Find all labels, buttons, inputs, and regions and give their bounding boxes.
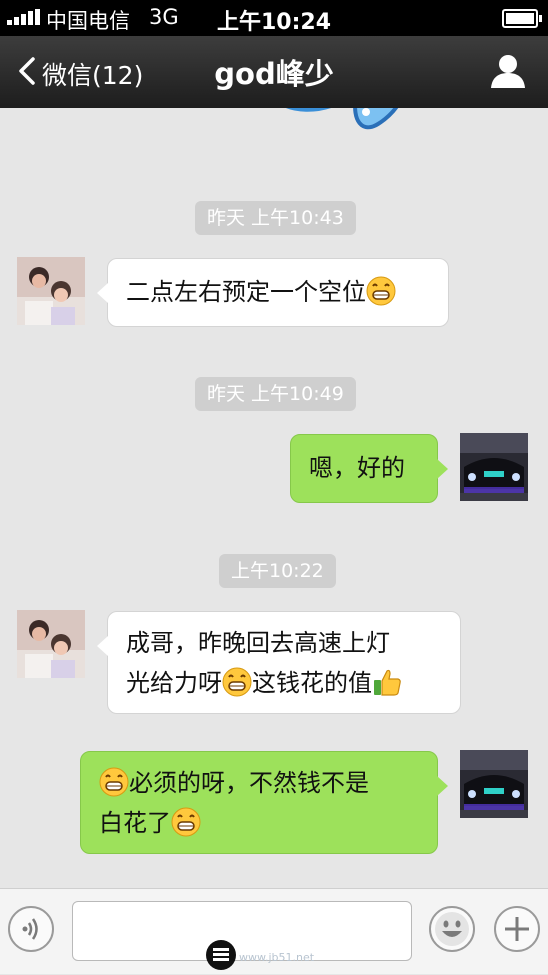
- incoming-message-bubble[interactable]: 二点左右预定一个空位: [97, 258, 449, 327]
- timestamp-label: 昨天 上午10:49: [195, 377, 356, 411]
- more-options-button[interactable]: [494, 906, 540, 952]
- message-text-line: 光给力呀 这钱花的值: [126, 663, 442, 703]
- timestamp-label: 昨天 上午10:43: [195, 201, 356, 235]
- contact-photo-icon: [17, 257, 85, 325]
- sticker-icon: [286, 108, 399, 130]
- site-logo-icon: www.jb51.net: [206, 940, 315, 970]
- message-text-line: 白花了: [99, 803, 419, 843]
- grin-emoji-icon: [171, 807, 201, 837]
- nav-bar: 微信(12) god峰少: [0, 36, 548, 108]
- contact-avatar[interactable]: [17, 257, 85, 325]
- thumbs-up-emoji-icon: [374, 669, 401, 696]
- grin-emoji-icon: [99, 767, 129, 797]
- incoming-message-bubble[interactable]: 成哥，昨晚回去高速上灯 光给力呀 这钱花的值: [97, 611, 461, 714]
- message-text: 嗯，好的: [309, 454, 405, 482]
- message-text: 这钱花的值: [252, 669, 372, 697]
- chat-title: god峰少: [214, 57, 334, 91]
- battery-icon: [502, 9, 542, 28]
- message-text-line: 成哥，昨晚回去高速上灯: [126, 629, 390, 657]
- contact-avatar[interactable]: [17, 610, 85, 678]
- car-photo-icon: [460, 750, 528, 818]
- grin-emoji-icon: [222, 667, 252, 697]
- voice-input-button[interactable]: [8, 906, 54, 952]
- watermark-text: www.jb51.net: [239, 951, 315, 964]
- message-text: 二点左右预定一个空位: [126, 278, 366, 306]
- message-text: 必须的呀，不然钱不是: [129, 769, 369, 797]
- contact-photo-icon: [17, 610, 85, 678]
- emoji-smiley-icon: [435, 912, 469, 946]
- status-bar: 中国电信 3G 上午10:24: [0, 0, 548, 36]
- voice-icon: [22, 918, 38, 940]
- input-bar: www.jb51.net: [0, 888, 548, 974]
- status-clock: 上午10:24: [216, 10, 332, 35]
- grin-emoji-icon: [366, 276, 396, 306]
- message-text-line: 必须的呀，不然钱不是: [99, 763, 419, 803]
- car-photo-icon: [460, 433, 528, 501]
- message-text: 光给力呀: [126, 669, 222, 697]
- chat-area[interactable]: 昨天 上午10:43 二点左右预定一个空位 昨天 上午10:49 嗯，好的 上午…: [0, 108, 548, 888]
- profile-icon[interactable]: [490, 53, 526, 89]
- emoji-button[interactable]: [429, 906, 475, 952]
- plus-icon: [505, 917, 529, 941]
- message-text: 白花了: [99, 809, 171, 837]
- my-avatar[interactable]: [460, 433, 528, 501]
- outgoing-message-bubble[interactable]: 嗯，好的: [290, 434, 448, 503]
- timestamp-label: 上午10:22: [219, 554, 336, 588]
- my-avatar[interactable]: [460, 750, 528, 818]
- watermark: www.jb51.net: [205, 931, 345, 975]
- outgoing-message-bubble[interactable]: 必须的呀，不然钱不是 白花了: [80, 751, 448, 854]
